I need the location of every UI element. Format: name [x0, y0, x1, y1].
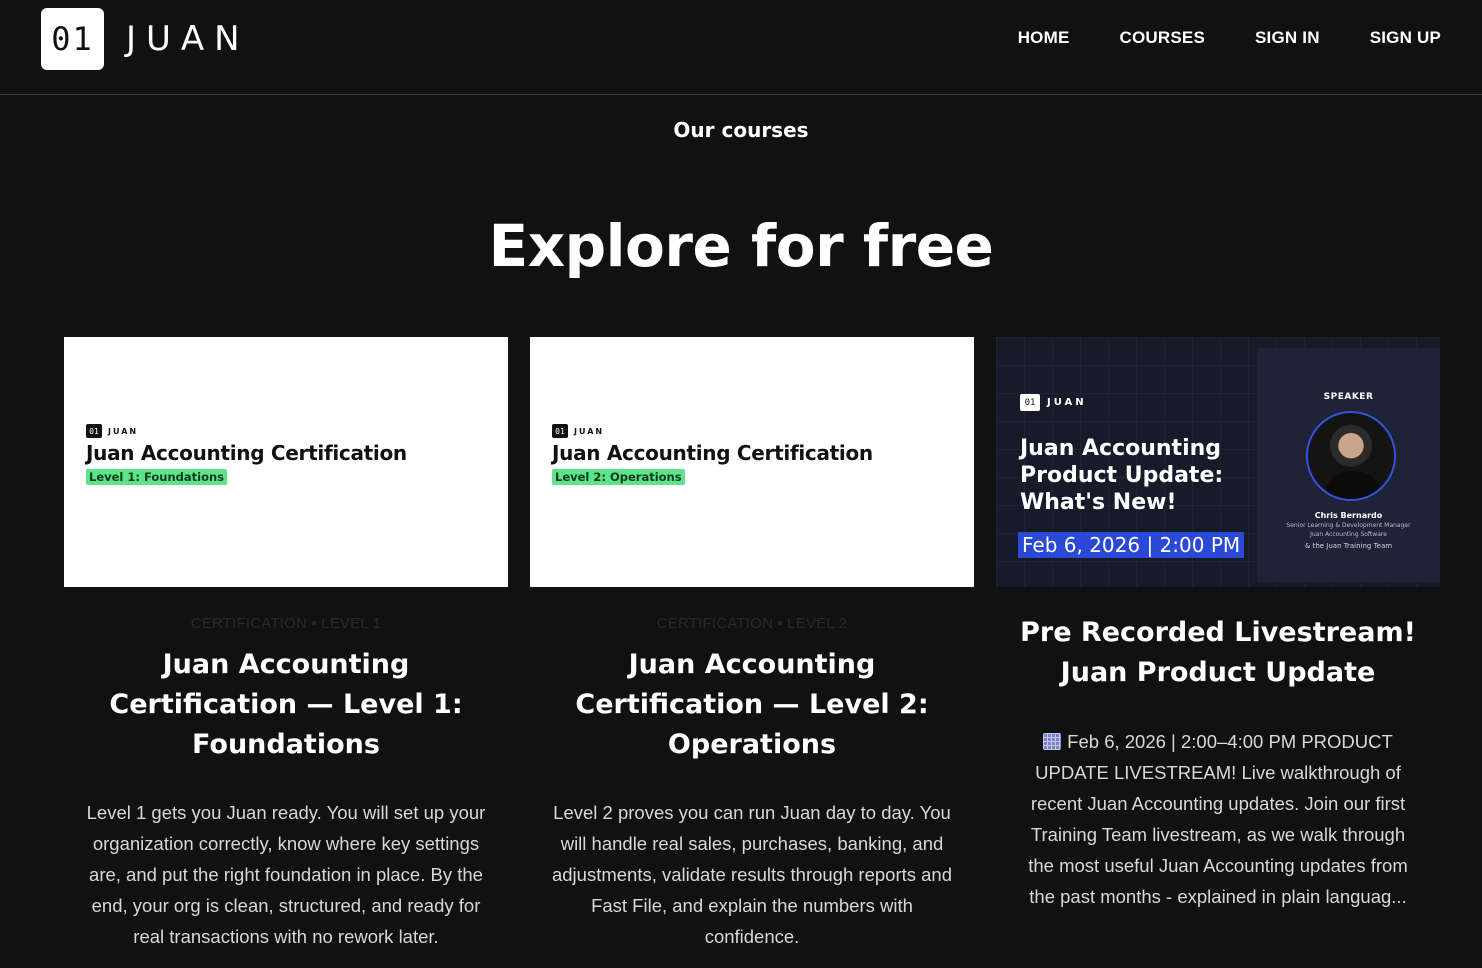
course-card-livestream[interactable]: 01 JUAN Juan Accounting Product Update: … — [996, 337, 1440, 912]
course-title[interactable]: Juan Accounting Certification — Level 2:… — [530, 645, 974, 765]
section-eyebrow: Our courses — [673, 118, 809, 142]
course-card-level-2[interactable]: 01 JUAN Juan Accounting Certification Le… — [530, 337, 974, 952]
course-meta: CERTIFICATION • LEVEL 1 — [190, 615, 382, 632]
speaker-role-line-2: Juan Accounting Software — [1310, 531, 1387, 538]
thumb-title: Juan Accounting Product Update: What's N… — [1020, 436, 1224, 515]
section-title: Explore for free — [488, 212, 994, 280]
site-header: 01 JUAN HOME COURSES SIGN IN SIGN UP — [0, 0, 1482, 95]
course-description: Level 2 proves you can run Juan day to d… — [551, 802, 953, 947]
speaker-team: & the Juan Training Team — [1304, 542, 1393, 550]
speaker-name: Chris Bernardo — [1314, 511, 1383, 520]
thumb-level-tag: Level 2: Operations — [552, 469, 685, 485]
nav-home[interactable]: HOME — [1018, 28, 1070, 48]
logo-link[interactable]: 01 JUAN — [41, 8, 250, 70]
course-card-level-1[interactable]: 01 JUAN Juan Accounting Certification Le… — [64, 337, 508, 952]
thumb-brand: 01 JUAN — [552, 424, 604, 438]
course-description: Level 1 gets you Juan ready. You will se… — [86, 802, 486, 947]
speaker-avatar — [1306, 411, 1396, 501]
main-nav: HOME COURSES SIGN IN SIGN UP — [1018, 28, 1441, 48]
calendar-icon — [1043, 733, 1062, 750]
avatar-body — [1326, 471, 1380, 499]
speaker-role: Senior Learning & Development Manager Ju… — [1257, 521, 1440, 539]
course-title[interactable]: Pre Recorded Livestream! Juan Product Up… — [996, 613, 1440, 693]
nav-sign-in[interactable]: SIGN IN — [1255, 28, 1320, 48]
thumb-date: Feb 6, 2026 | 2:00 PM — [1018, 532, 1245, 558]
course-description-wrapper: Feb 6, 2026 | 2:00–4:00 PM PRODUCT UPDAT… — [996, 726, 1440, 912]
course-thumbnail[interactable]: 01 JUAN Juan Accounting Certification Le… — [64, 337, 508, 587]
thumb-brand: 01 JUAN — [86, 424, 138, 438]
course-title[interactable]: Juan Accounting Certification — Level 1:… — [64, 645, 508, 765]
thumb-title: Juan Accounting Certification — [86, 441, 407, 465]
logo-wordmark: JUAN — [126, 19, 250, 59]
course-thumbnail[interactable]: 01 JUAN Juan Accounting Certification Le… — [530, 337, 974, 587]
course-description: Feb 6, 2026 | 2:00–4:00 PM PRODUCT UPDAT… — [1028, 731, 1408, 907]
thumb-logo-mark: 01 — [552, 424, 568, 438]
thumb-level-tag: Level 1: Foundations — [86, 469, 228, 485]
thumb-title: Juan Accounting Certification — [552, 441, 873, 465]
speaker-role-line-1: Senior Learning & Development Manager — [1286, 522, 1411, 529]
thumb-brand: 01 JUAN — [1020, 394, 1087, 411]
speaker-label: SPEAKER — [1323, 392, 1374, 402]
thumb-logo-word: JUAN — [108, 426, 139, 436]
course-meta: CERTIFICATION • LEVEL 2 — [656, 615, 848, 632]
nav-courses[interactable]: COURSES — [1120, 28, 1205, 48]
livestream-thumbnail[interactable]: 01 JUAN Juan Accounting Product Update: … — [996, 337, 1440, 587]
nav-sign-up[interactable]: SIGN UP — [1370, 28, 1441, 48]
thumb-logo-word: JUAN — [1047, 397, 1087, 408]
thumb-logo-word: JUAN — [574, 426, 605, 436]
thumb-logo-mark: 01 — [86, 424, 102, 438]
thumb-logo-mark: 01 — [1020, 394, 1040, 411]
logo-mark: 01 — [41, 8, 104, 70]
